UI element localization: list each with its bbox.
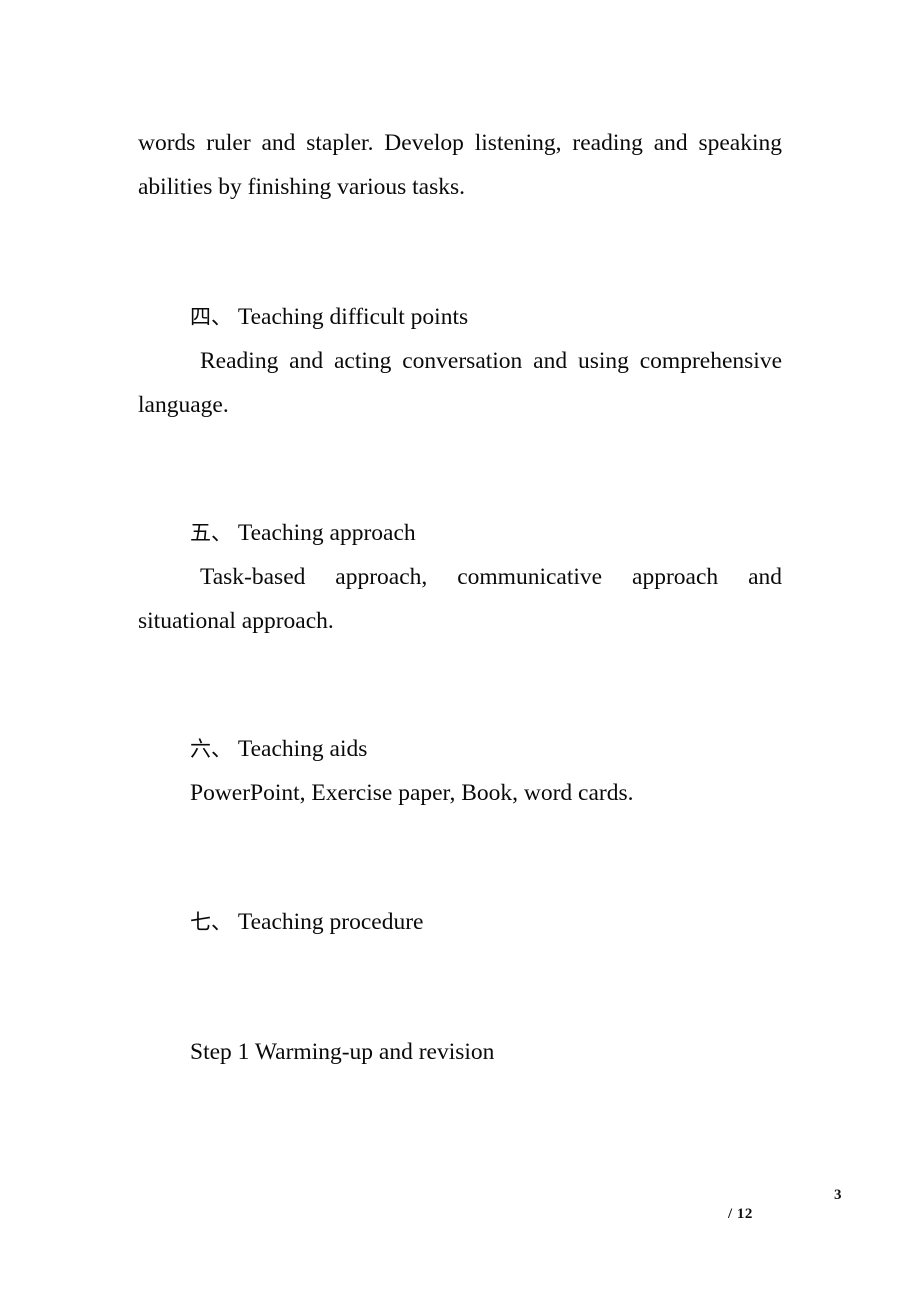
section-body-4: Reading and acting conversation and usin… <box>138 340 782 427</box>
section-separator-4: 、 <box>211 305 232 329</box>
section-title-6: Teaching aids <box>237 736 368 762</box>
section-title-5: Teaching approach <box>237 520 416 546</box>
section-body-6: PowerPoint, Exercise paper, Book, word c… <box>138 772 782 816</box>
section-numeral-7: 七 <box>190 910 211 934</box>
step-heading-block: Step 1 Warming-up and revision <box>138 1031 782 1075</box>
section-title-4: Teaching difficult points <box>237 304 469 330</box>
section-heading-5: 五、 Teaching approach <box>138 512 782 556</box>
document-page: words ruler and stapler. Develop listeni… <box>0 0 920 1302</box>
section-heading-4: 四、 Teaching difficult points <box>138 296 782 340</box>
sec6-line-1: PowerPoint, Exercise paper, Book, word c… <box>190 780 634 806</box>
sec5-line-2: situational approach. <box>138 607 334 634</box>
section-separator-6: 、 <box>211 737 232 761</box>
section-numeral-5: 五 <box>190 521 211 545</box>
step-1-heading: Step 1 Warming-up and revision <box>190 1039 495 1065</box>
section-numeral-4: 四 <box>190 305 211 329</box>
section-separator-7: 、 <box>211 910 232 934</box>
section-separator-5: 、 <box>211 521 232 545</box>
sec4-line-1: Reading and acting conversation and usin… <box>200 348 782 374</box>
section-heading-7: 七、 Teaching procedure <box>138 901 782 945</box>
sec5-line-1: Task-based approach, communicative appro… <box>200 564 782 590</box>
section-heading-5-text: 五、 Teaching approach <box>138 512 782 556</box>
section-heading-4-text: 四、 Teaching difficult points <box>138 296 782 340</box>
intro-line-1: words ruler and stapler. Develop listeni… <box>138 130 782 156</box>
sec4-line-2: language. <box>138 391 229 418</box>
intro-paragraph-block: words ruler and stapler. Develop listeni… <box>138 122 782 209</box>
section-heading-6-text: 六、 Teaching aids <box>138 728 782 772</box>
section-title-7: Teaching procedure <box>237 909 424 935</box>
section-heading-6: 六、 Teaching aids <box>138 728 782 772</box>
section-heading-7-text: 七、 Teaching procedure <box>138 901 782 945</box>
section-numeral-6: 六 <box>190 737 211 761</box>
intro-line-2: abilities by finishing various tasks. <box>138 173 466 200</box>
section-body-5: Task-based approach, communicative appro… <box>138 556 782 643</box>
footer-total-pages: / 12 <box>728 1206 753 1222</box>
footer-page-number: 3 <box>834 1187 842 1203</box>
